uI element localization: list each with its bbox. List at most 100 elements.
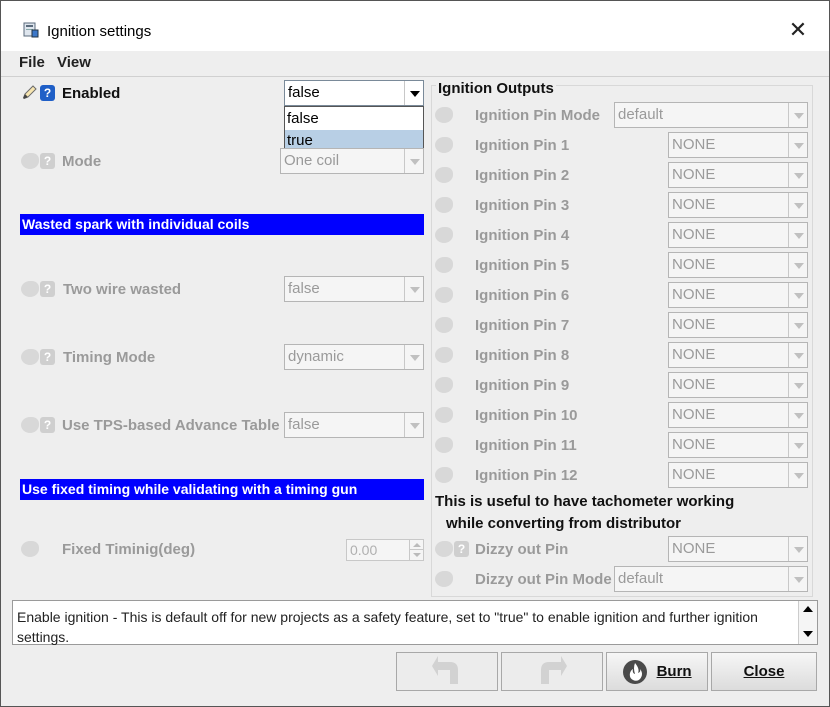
menu-bar: File View [1, 51, 829, 77]
spinner-down-icon[interactable] [409, 550, 423, 560]
mode-icons: ? [21, 152, 57, 170]
fixed-timing-spinner[interactable]: 0.00 [346, 539, 424, 561]
tachometer-note-line1: This is useful to have tachometer workin… [435, 493, 735, 510]
edit-pencil-icon [435, 287, 453, 303]
chevron-down-icon[interactable] [404, 345, 423, 369]
fixed-timing-label: Fixed Timinig(deg) [62, 541, 196, 558]
ignition-pin-select[interactable]: NONE [668, 342, 808, 368]
ignition-pin-select[interactable]: NONE [668, 192, 808, 218]
edit-pencil-icon [435, 257, 453, 273]
ignition-pin-icons [435, 436, 471, 454]
timing-mode-select[interactable]: dynamic [284, 344, 424, 370]
help-question-icon: ? [454, 541, 469, 557]
menu-file[interactable]: File [19, 54, 45, 71]
ignition-pin-icons [435, 196, 471, 214]
chevron-down-icon[interactable] [788, 463, 807, 487]
mode-select[interactable]: One coil [280, 148, 424, 174]
ignition-pin-icons [435, 136, 471, 154]
pin-mode-select[interactable]: default [614, 102, 808, 128]
ignition-pin-select[interactable]: NONE [668, 372, 808, 398]
help-text-area[interactable]: Enable ignition - This is default off fo… [12, 600, 818, 645]
dizzy-pin-select[interactable]: NONE [668, 536, 808, 562]
scroll-down-icon[interactable] [803, 631, 813, 637]
tps-label: Use TPS-based Advance Table [62, 417, 280, 434]
undo-button[interactable] [396, 652, 498, 691]
ignition-pin-select[interactable]: NONE [668, 222, 808, 248]
chevron-down-icon[interactable] [788, 193, 807, 217]
edit-pencil-icon [435, 467, 453, 483]
chevron-down-icon[interactable] [404, 413, 423, 437]
burn-button[interactable]: Burn [606, 652, 708, 691]
chevron-down-icon[interactable] [788, 163, 807, 187]
chevron-down-icon[interactable] [788, 537, 807, 561]
ignition-pin-icons [435, 466, 471, 484]
menu-view[interactable]: View [57, 54, 91, 71]
ignition-pin-label: Ignition Pin 7 [475, 317, 570, 334]
edit-pencil-icon [21, 541, 39, 557]
ignition-pin-label: Ignition Pin 4 [475, 227, 570, 244]
chevron-down-icon[interactable] [788, 283, 807, 307]
chevron-down-icon[interactable] [788, 103, 807, 127]
help-question-icon[interactable]: ? [40, 85, 55, 101]
ignition-pin-icons [435, 256, 471, 274]
chevron-down-icon[interactable] [788, 567, 807, 591]
chevron-down-icon[interactable] [404, 81, 423, 105]
close-icon[interactable]: ✕ [783, 15, 813, 45]
close-button[interactable]: Close [711, 652, 817, 691]
chevron-down-icon[interactable] [404, 277, 423, 301]
chevron-down-icon[interactable] [404, 149, 423, 173]
two-wire-label: Two wire wasted [63, 281, 182, 298]
chevron-down-icon[interactable] [788, 313, 807, 337]
ignition-settings-window: Ignition settings ✕ File View ? Enabled … [0, 0, 830, 707]
tps-select[interactable]: false [284, 412, 424, 438]
ignition-pin-label: Ignition Pin 9 [475, 377, 570, 394]
undo-arrow-icon [432, 656, 458, 685]
scroll-up-icon[interactable] [803, 606, 813, 612]
ignition-pin-select[interactable]: NONE [668, 432, 808, 458]
chevron-down-icon[interactable] [788, 133, 807, 157]
edit-pencil-icon [21, 417, 39, 433]
edit-pencil-icon [435, 137, 453, 153]
ignition-pin-select[interactable]: NONE [668, 252, 808, 278]
dizzy-mode-select[interactable]: default [614, 566, 808, 592]
chevron-down-icon[interactable] [788, 433, 807, 457]
dizzy-pin-label: Dizzy out Pin [475, 541, 569, 558]
two-wire-select[interactable]: false [284, 276, 424, 302]
ignition-pin-icons [435, 406, 471, 424]
tps-select-value: false [288, 416, 320, 433]
chevron-down-icon[interactable] [788, 403, 807, 427]
ignition-pin-select[interactable]: NONE [668, 132, 808, 158]
ignition-pin-select-value: NONE [672, 136, 716, 153]
spinner-up-icon[interactable] [409, 540, 423, 550]
edit-pencil-icon [435, 317, 453, 333]
chevron-down-icon[interactable] [788, 223, 807, 247]
ignition-pin-select[interactable]: NONE [668, 312, 808, 338]
help-text: Enable ignition - This is default off fo… [17, 609, 758, 645]
chevron-down-icon[interactable] [788, 373, 807, 397]
help-scrollbar[interactable] [798, 601, 817, 644]
ignition-pin-select[interactable]: NONE [668, 162, 808, 188]
dropdown-option-false[interactable]: false [285, 108, 423, 130]
ignition-pin-select[interactable]: NONE [668, 402, 808, 428]
chevron-down-icon[interactable] [788, 343, 807, 367]
enabled-select[interactable]: false [284, 80, 424, 106]
timing-mode-icons: ? [21, 348, 57, 366]
fixed-timing-banner: Use fixed timing while validating with a… [20, 479, 424, 500]
ignition-pin-select[interactable]: NONE [668, 282, 808, 308]
chevron-down-icon[interactable] [788, 253, 807, 277]
edit-pencil-icon [435, 107, 453, 123]
edit-pencil-icon[interactable] [21, 85, 39, 101]
ignition-pin-select[interactable]: NONE [668, 462, 808, 488]
ignition-pin-label: Ignition Pin 11 [475, 437, 577, 454]
ignition-pin-icons [435, 346, 471, 364]
edit-pencil-icon [435, 167, 453, 183]
close-label: Close [743, 663, 785, 680]
enabled-label: Enabled [62, 85, 121, 102]
edit-pencil-icon [435, 197, 453, 213]
dizzy-mode-label: Dizzy out Pin Mode [475, 571, 612, 588]
enabled-dropdown-list: false true [284, 106, 424, 153]
help-question-icon: ? [40, 417, 55, 433]
redo-button[interactable] [501, 652, 603, 691]
mode-label: Mode [62, 153, 102, 170]
ignition-pin-select-value: NONE [672, 376, 716, 393]
